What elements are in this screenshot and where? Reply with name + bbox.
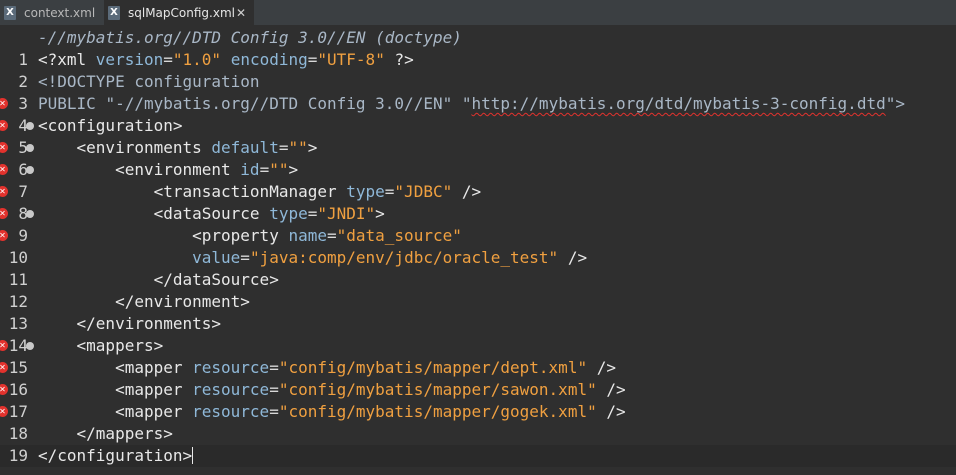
code-line-16: ✕ 16 <mapper resource="config/mybatis/map… <box>0 379 956 401</box>
line-number: 9 <box>18 226 28 245</box>
line-number: 18 <box>8 424 28 443</box>
code-line-11: 11 </dataSource> <box>0 269 956 291</box>
code-line-4: ✕ 4 <configuration> <box>0 115 956 137</box>
editor-tab-bar: X context.xml X sqlMapConfig.xml ✕ <box>0 0 956 25</box>
tab-sqlmapconfig-xml[interactable]: X sqlMapConfig.xml ✕ <box>104 0 254 25</box>
fold-toggle-icon[interactable] <box>26 122 34 130</box>
line-number: 5 <box>18 138 28 157</box>
code-line-5: ✕ 5 <environments default=""> <box>0 137 956 159</box>
line-number: 13 <box>8 314 28 333</box>
code-line-12: 12 </environment> <box>0 291 956 313</box>
fold-toggle-icon[interactable] <box>26 144 34 152</box>
code-line-2: 2 <!DOCTYPE configuration <box>0 71 956 93</box>
close-icon[interactable]: ✕ <box>236 6 246 20</box>
code-line-14: ✕ 14 <mappers> <box>0 335 956 357</box>
code-line-7: ✕ 7 <transactionManager type="JDBC" /> <box>0 181 956 203</box>
line-number: 8 <box>18 204 28 223</box>
dtd-url: http://mybatis.org/dtd/mybatis-3-config.… <box>471 94 886 113</box>
code-line-9: ✕ 9 <property name="data_source" <box>0 225 956 247</box>
xml-file-icon: X <box>4 5 16 20</box>
tab-label: sqlMapConfig.xml <box>128 5 235 20</box>
line-number: 3 <box>18 94 28 113</box>
line-number: 14 <box>8 336 28 355</box>
code-line-18: 18 </mappers> <box>0 423 956 445</box>
line-number: 12 <box>8 292 28 311</box>
line-number: 7 <box>18 182 28 201</box>
code-line-15: ✕ 15 <mapper resource="config/mybatis/map… <box>0 357 956 379</box>
code-line-8: ✕ 8 <dataSource type="JNDI"> <box>0 203 956 225</box>
code-line-3: ✕ 3 PUBLIC "-//mybatis.org//DTD Config 3.… <box>0 93 956 115</box>
hint-text: -//mybatis.org//DTD Config 3.0//EN (doct… <box>38 28 462 47</box>
fold-toggle-icon[interactable] <box>26 342 34 350</box>
fold-toggle-icon[interactable] <box>26 166 34 174</box>
line-number: 16 <box>8 380 28 399</box>
line-number: 15 <box>8 358 28 377</box>
line-number: 1 <box>18 50 28 69</box>
code-line-10: 10 value="java:comp/env/jdbc/oracle_test… <box>0 247 956 269</box>
line-number: 6 <box>18 160 28 179</box>
line-number: 19 <box>8 446 28 465</box>
line-number: 4 <box>18 116 28 135</box>
text-caret <box>192 447 194 464</box>
line-number: 17 <box>8 402 28 421</box>
code-line-13: 13 </environments> <box>0 313 956 335</box>
code-line-6: ✕ 6 <environment id=""> <box>0 159 956 181</box>
line-number: 11 <box>8 270 28 289</box>
fold-toggle-icon[interactable] <box>26 210 34 218</box>
code-line-1: 1 <?xml version="1.0" encoding="UTF-8" ?… <box>0 49 956 71</box>
tab-context-xml[interactable]: X context.xml <box>0 0 103 25</box>
code-editor[interactable]: -//mybatis.org//DTD Config 3.0//EN (doct… <box>0 25 956 475</box>
tab-label: context.xml <box>24 5 96 20</box>
code-line-19-current: 19 </configuration> <box>0 445 956 467</box>
line-number: 2 <box>18 72 28 91</box>
doctype-hover-hint: -//mybatis.org//DTD Config 3.0//EN (doct… <box>0 27 956 49</box>
code-line-17: ✕ 17 <mapper resource="config/mybatis/map… <box>0 401 956 423</box>
xml-file-icon: X <box>108 5 120 20</box>
line-number: 10 <box>8 248 28 267</box>
